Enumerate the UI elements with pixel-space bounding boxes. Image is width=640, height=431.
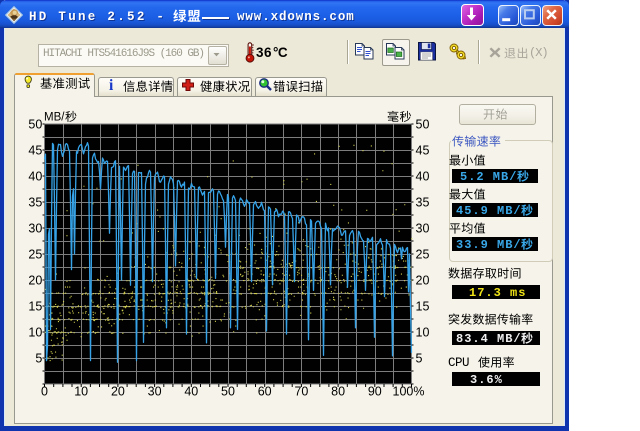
svg-text:10: 10 <box>28 326 42 340</box>
svg-text:5: 5 <box>416 352 423 366</box>
svg-text:25: 25 <box>28 248 42 262</box>
svg-text:33.9 MB/: 33.9 MB/ <box>456 238 522 251</box>
svg-text:35: 35 <box>28 196 42 210</box>
svg-text:40: 40 <box>416 170 430 184</box>
svg-text:5.2 MB/: 5.2 MB/ <box>460 170 517 183</box>
svg-text:15: 15 <box>416 300 430 314</box>
svg-text:35: 35 <box>416 196 430 210</box>
svg-text:45.9 MB/: 45.9 MB/ <box>456 204 522 217</box>
svg-text:100%: 100% <box>393 385 425 399</box>
svg-text:17.3 ms: 17.3 ms <box>469 286 526 299</box>
svg-text:20: 20 <box>416 274 430 288</box>
svg-text:40: 40 <box>28 170 42 184</box>
svg-text:5: 5 <box>35 352 42 366</box>
svg-text:15: 15 <box>28 300 42 314</box>
svg-text:45: 45 <box>28 144 42 158</box>
svg-text:25: 25 <box>416 248 430 262</box>
svg-text:50: 50 <box>416 118 430 132</box>
svg-text:10: 10 <box>416 326 430 340</box>
svg-text:20: 20 <box>28 274 42 288</box>
svg-text:MB/: MB/ <box>44 112 65 124</box>
svg-text:30: 30 <box>28 222 42 236</box>
svg-text:50: 50 <box>28 118 42 132</box>
svg-text:30: 30 <box>416 222 430 236</box>
svg-text:45: 45 <box>416 144 430 158</box>
svg-text:83.4 MB/: 83.4 MB/ <box>456 332 522 345</box>
svg-text:3.6%: 3.6% <box>470 373 503 386</box>
